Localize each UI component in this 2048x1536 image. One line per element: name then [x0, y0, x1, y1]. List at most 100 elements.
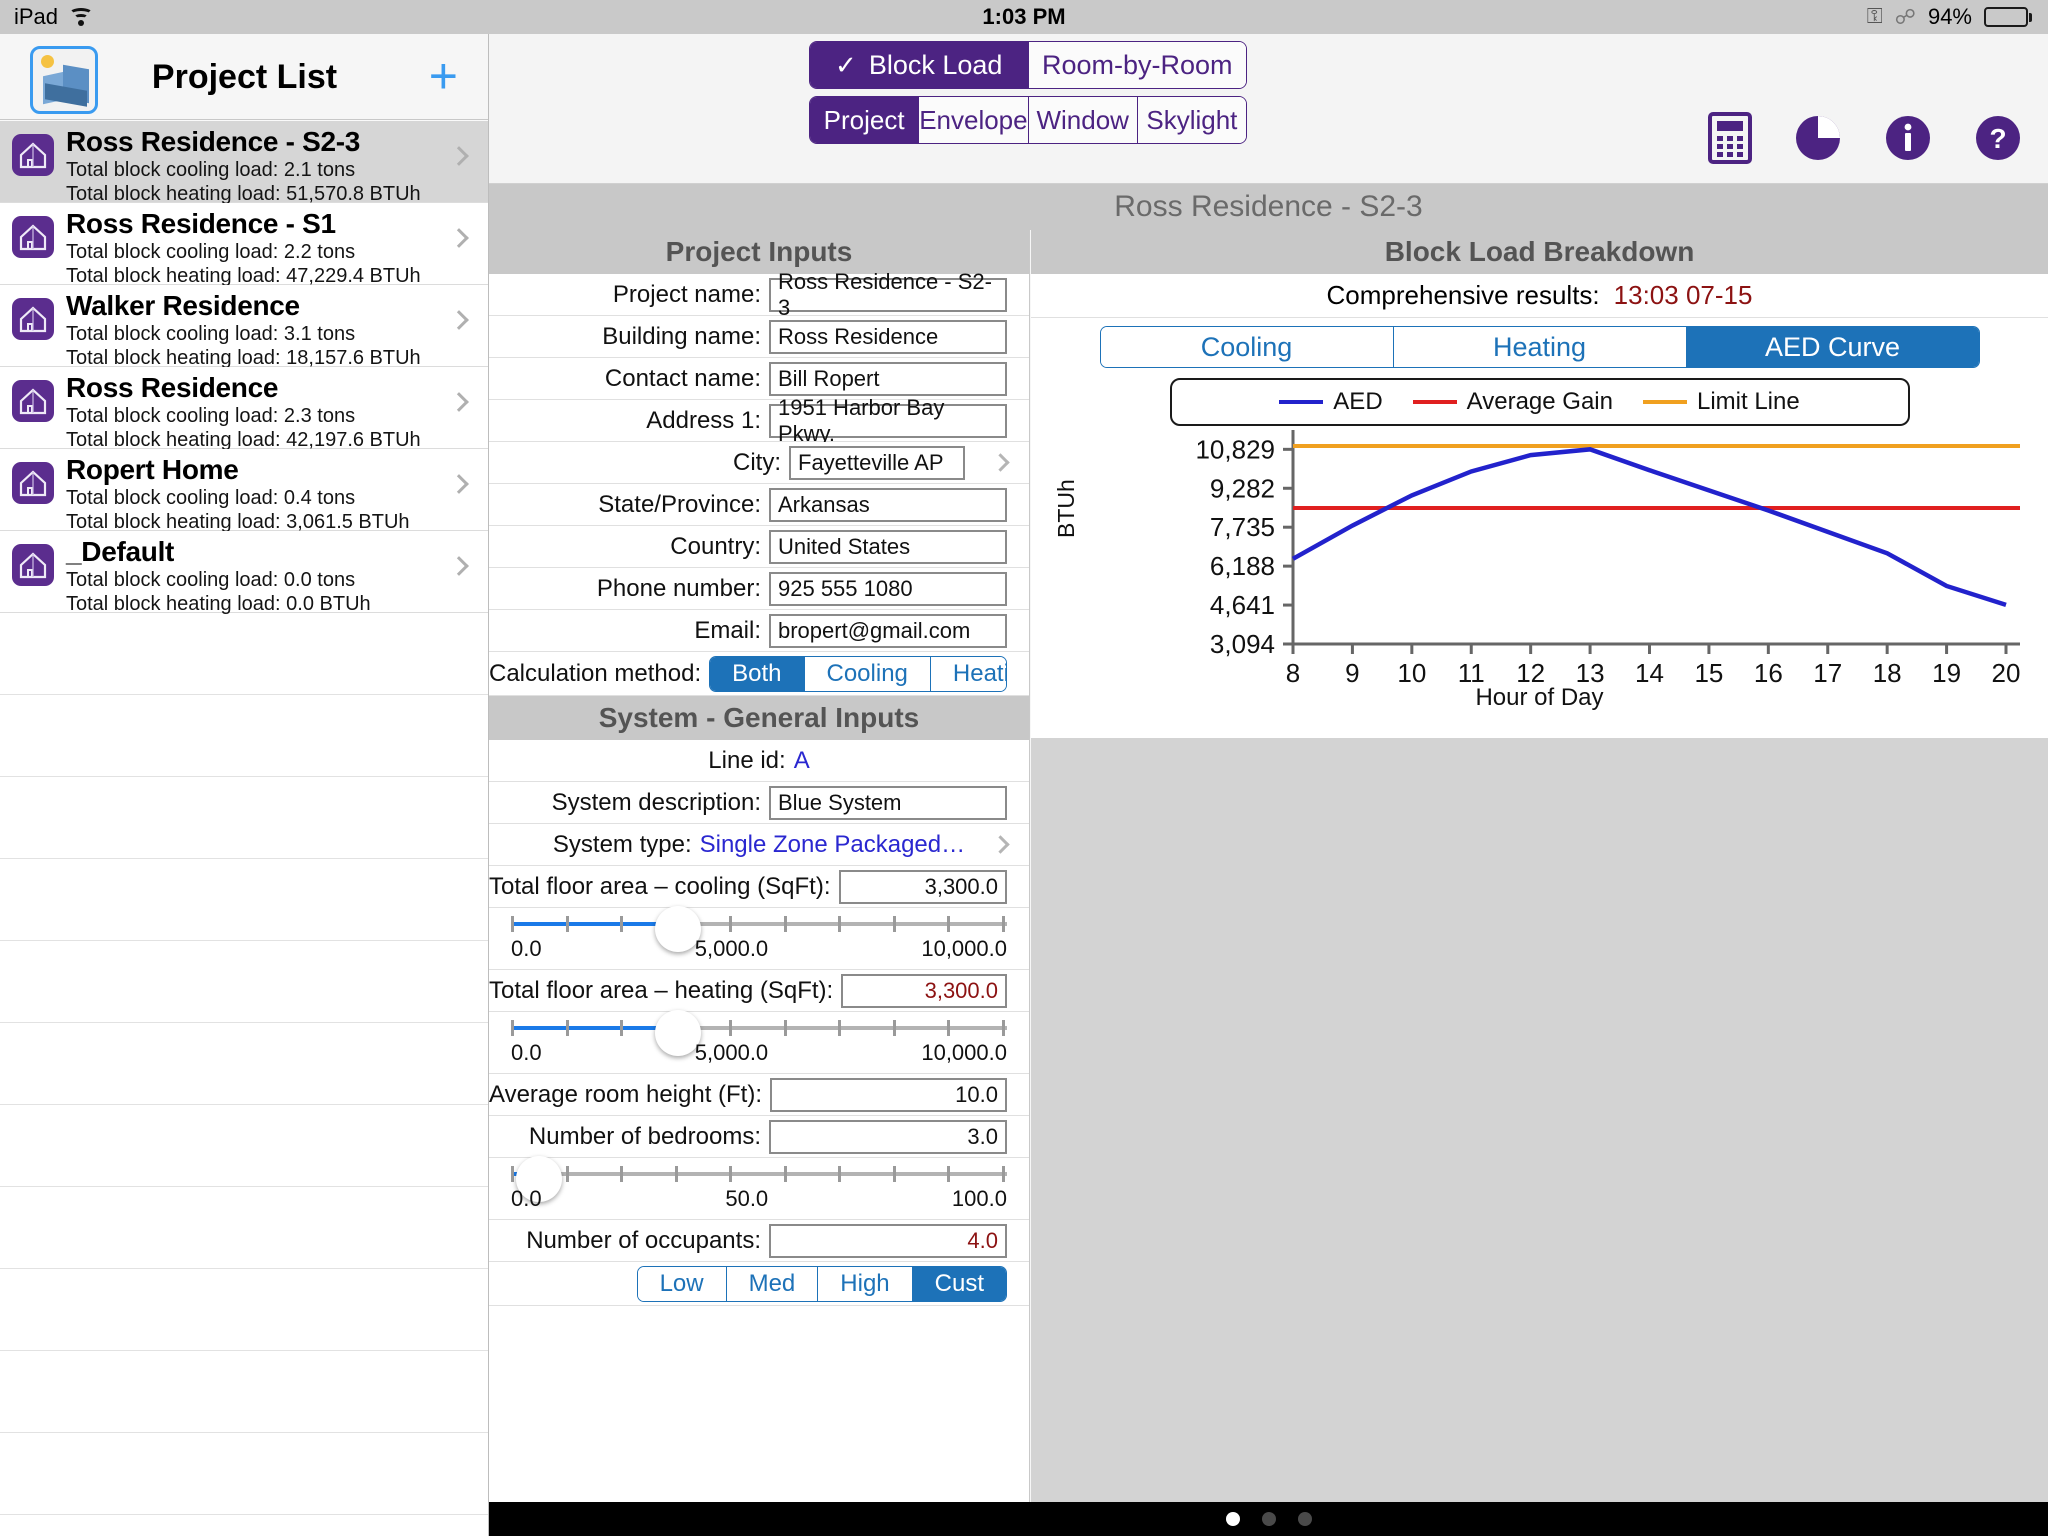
- rotation-lock-icon: ⚿: [1866, 5, 1883, 28]
- calc-option-both[interactable]: Both: [710, 656, 804, 691]
- phone-number-input[interactable]: 925 555 1080: [769, 571, 1007, 606]
- list-item[interactable]: Ross Residence - S1 Total block cooling …: [0, 203, 488, 287]
- calculator-icon[interactable]: [1708, 112, 1752, 169]
- field-state-province[interactable]: State/Province: Arkansas: [489, 484, 1029, 526]
- tab-room-by-room[interactable]: Room-by-Room: [1027, 42, 1246, 88]
- house-icon: [12, 380, 54, 422]
- number-of-occupants-input[interactable]: 4.0: [769, 1223, 1007, 1258]
- page-dot[interactable]: [1261, 1512, 1276, 1526]
- calc-option-heating[interactable]: Heating: [929, 656, 1007, 691]
- tab-block-load[interactable]: ✓ Block Load: [810, 42, 1028, 88]
- field-number-of-bedrooms[interactable]: Number of bedrooms: 3.0: [489, 1116, 1029, 1158]
- project-list-sidebar: Project List + Ross Residence - S2-3 Tot…: [0, 34, 489, 1536]
- slider-track[interactable]: [511, 1156, 1007, 1202]
- svg-text:?: ?: [1989, 123, 2006, 154]
- project-cooling-load: Total block cooling load: 2.3 tons: [66, 405, 356, 427]
- appliance-load-segmented-control[interactable]: Low Med High Cust: [636, 1265, 1007, 1302]
- result-type-segmented-control[interactable]: Cooling Heating AED Curve: [1099, 326, 1980, 368]
- list-item[interactable]: Ross Residence Total block cooling load:…: [0, 367, 488, 451]
- system-type-value[interactable]: Single Zone Packaged…: [700, 831, 966, 859]
- tab-envelope[interactable]: Envelope: [918, 97, 1028, 143]
- field-city[interactable]: City: Fayetteville AP: [489, 442, 1029, 484]
- detail-pane: ✓ Block Load Room-by-Room Project Envelo…: [489, 34, 2048, 1536]
- building-name-input[interactable]: Ross Residence: [769, 319, 1007, 354]
- field-address-1[interactable]: Address 1: 1951 Harbor Bay Pkwy.: [489, 395, 1029, 446]
- legend-swatch: [1279, 400, 1324, 404]
- project-name: Ropert Home: [66, 454, 239, 485]
- svg-text:8: 8: [1286, 658, 1300, 684]
- average-room-height-input[interactable]: 10.0: [770, 1077, 1007, 1112]
- project-list[interactable]: Ross Residence - S2-3 Total block coolin…: [0, 121, 488, 1536]
- project-name: Ross Residence: [66, 372, 279, 403]
- list-item[interactable]: _Default Total block cooling load: 0.0 t…: [0, 531, 488, 615]
- chevron-right-icon: [449, 310, 469, 330]
- chevron-right-icon: [449, 392, 469, 412]
- field-label: Email:: [694, 616, 761, 644]
- calculation-method-row: Calculation method: Both Cooling Heating: [489, 652, 1029, 696]
- floor-area-cooling-slider[interactable]: 0.0 5,000.0 10,000.0: [489, 906, 1029, 970]
- number-of-bedrooms-slider[interactable]: 0.0 50.0 100.0: [489, 1156, 1029, 1220]
- field-label: Address 1:: [646, 406, 761, 434]
- number-of-bedrooms-input[interactable]: 3.0: [769, 1119, 1007, 1154]
- list-placeholder-row: [0, 859, 488, 941]
- field-system-description[interactable]: System description: Blue System: [489, 782, 1029, 824]
- list-item[interactable]: Ropert Home Total block cooling load: 0.…: [0, 449, 488, 533]
- page-dot[interactable]: [1297, 1512, 1312, 1526]
- slider-track[interactable]: [511, 1010, 1007, 1056]
- field-project-name[interactable]: Project name: Ross Residence - S2-3: [489, 269, 1029, 320]
- system-description-input[interactable]: Blue System: [769, 785, 1007, 820]
- legend-label: Limit Line: [1696, 388, 1800, 415]
- calc-option-cooling[interactable]: Cooling: [803, 656, 930, 691]
- appliance-option-cust[interactable]: Cust: [911, 1266, 1006, 1301]
- tab-cooling[interactable]: Cooling: [1100, 327, 1393, 367]
- contact-name-input[interactable]: Bill Ropert: [769, 361, 1007, 396]
- tab-heating[interactable]: Heating: [1392, 327, 1686, 367]
- info-icon[interactable]: [1884, 114, 1932, 167]
- list-item[interactable]: Walker Residence Total block cooling loa…: [0, 285, 488, 369]
- help-icon[interactable]: ?: [1974, 114, 2022, 167]
- load-mode-segmented-control[interactable]: ✓ Block Load Room-by-Room: [809, 41, 1247, 89]
- field-average-room-height[interactable]: Average room height (Ft): 10.0: [489, 1074, 1029, 1116]
- appliance-option-high[interactable]: High: [817, 1266, 912, 1301]
- section-segmented-control[interactable]: Project Envelope Window Skylight: [809, 96, 1247, 144]
- field-system-type[interactable]: System type: Single Zone Packaged…: [489, 824, 1029, 866]
- floor-area-heating-input[interactable]: 3,300.0: [841, 973, 1007, 1008]
- floor-area-cooling-input[interactable]: 3,300.0: [838, 869, 1007, 904]
- email-input[interactable]: bropert@gmail.com: [769, 613, 1007, 648]
- field-number-of-occupants[interactable]: Number of occupants: 4.0: [489, 1220, 1029, 1262]
- page-title: Project List: [151, 57, 338, 96]
- project-name-input[interactable]: Ross Residence - S2-3: [769, 269, 1007, 320]
- list-item[interactable]: Ross Residence - S2-3 Total block coolin…: [0, 121, 488, 205]
- chevron-right-icon[interactable]: [991, 835, 1010, 854]
- appliance-option-med[interactable]: Med: [725, 1266, 818, 1301]
- content-columns: Project Inputs Project name: Ross Reside…: [489, 230, 2048, 1536]
- svg-text:9: 9: [1345, 658, 1359, 684]
- legend-item-limit-line: Limit Line: [1642, 388, 1800, 416]
- tab-window[interactable]: Window: [1027, 97, 1137, 143]
- pie-chart-icon[interactable]: [1794, 114, 1842, 167]
- field-building-name[interactable]: Building name: Ross Residence: [489, 316, 1029, 358]
- tab-project[interactable]: Project: [810, 97, 919, 143]
- chevron-right-icon[interactable]: [991, 453, 1010, 472]
- calculation-method-segmented-control[interactable]: Both Cooling Heating: [709, 655, 1007, 692]
- calculation-method-label: Calculation method:: [489, 659, 702, 687]
- tab-aed-curve[interactable]: AED Curve: [1685, 327, 1979, 367]
- list-placeholder-row: [0, 941, 488, 1023]
- field-floor-area-heating[interactable]: Total floor area – heating (SqFt): 3,300…: [489, 970, 1029, 1012]
- svg-text:13: 13: [1576, 658, 1605, 684]
- tab-skylight[interactable]: Skylight: [1136, 97, 1246, 143]
- field-phone-number[interactable]: Phone number: 925 555 1080: [489, 568, 1029, 610]
- field-floor-area-cooling[interactable]: Total floor area – cooling (SqFt): 3,300…: [489, 866, 1029, 908]
- state-province-input[interactable]: Arkansas: [769, 487, 1007, 522]
- country-input[interactable]: United States: [769, 529, 1007, 564]
- add-project-button[interactable]: +: [429, 51, 458, 101]
- city-input[interactable]: Fayetteville AP: [789, 445, 965, 480]
- slider-track[interactable]: [511, 906, 1007, 952]
- field-email[interactable]: Email: bropert@gmail.com: [489, 610, 1029, 652]
- appliance-option-low[interactable]: Low: [637, 1266, 726, 1301]
- comprehensive-results-row: Comprehensive results: 13:03 07-15: [1031, 274, 2048, 318]
- address-1-input[interactable]: 1951 Harbor Bay Pkwy.: [769, 395, 1007, 446]
- floor-area-heating-slider[interactable]: 0.0 5,000.0 10,000.0: [489, 1010, 1029, 1074]
- page-dot-active[interactable]: [1225, 1512, 1240, 1526]
- field-country[interactable]: Country: United States: [489, 526, 1029, 568]
